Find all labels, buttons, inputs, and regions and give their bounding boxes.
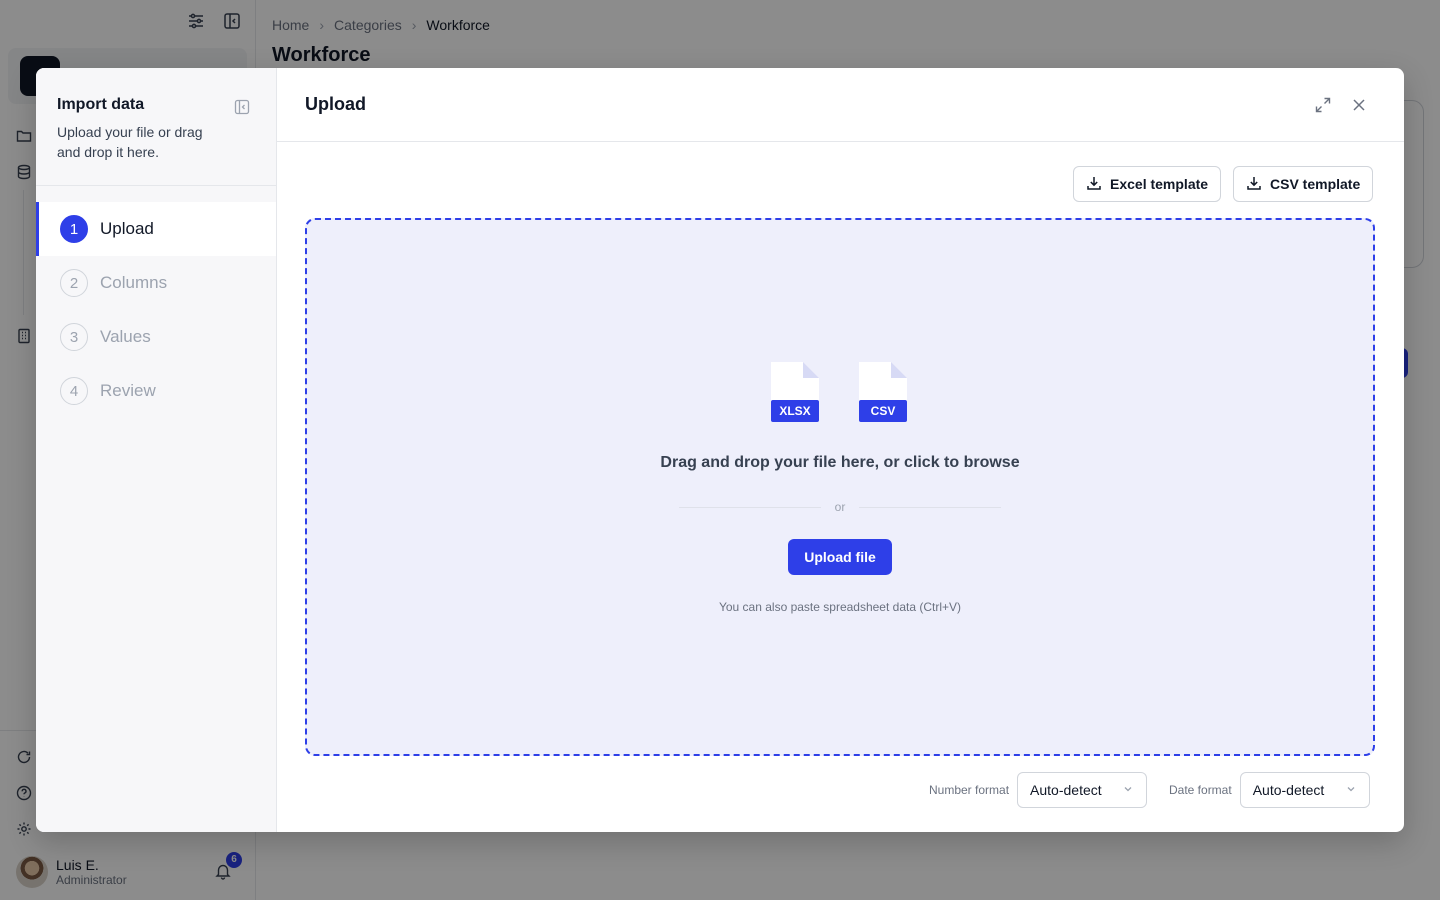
date-format-value: Auto-detect — [1252, 782, 1325, 798]
step-columns[interactable]: 2 Columns — [36, 256, 276, 310]
step-values[interactable]: 3 Values — [36, 310, 276, 364]
or-divider: or — [679, 500, 1002, 514]
step-upload[interactable]: 1 Upload — [36, 202, 276, 256]
download-icon — [1246, 175, 1262, 194]
step-number: 1 — [60, 215, 88, 243]
step-review[interactable]: 4 Review — [36, 364, 276, 418]
paste-hint: You can also paste spreadsheet data (Ctr… — [718, 600, 962, 614]
expand-icon[interactable] — [1314, 96, 1332, 114]
divider-line — [679, 506, 821, 508]
or-text: or — [834, 500, 846, 514]
import-subtitle: Upload your file or drag and drop it her… — [57, 124, 203, 160]
step-list: 1 Upload 2 Columns 3 Values 4 Review — [36, 202, 276, 418]
import-steps-header: Import data Upload your file or drag and… — [36, 68, 276, 186]
chevron-down-icon — [1122, 782, 1134, 798]
date-format-control: Date format Auto-detect — [1169, 772, 1370, 808]
number-format-control: Number format Auto-detect — [929, 772, 1148, 808]
csv-badge: CSV — [859, 400, 907, 422]
upload-file-button[interactable]: Upload file — [788, 539, 892, 575]
number-format-label: Number format — [929, 783, 1010, 797]
number-format-value: Auto-detect — [1030, 782, 1102, 798]
import-steps-panel: Import data Upload your file or drag and… — [36, 68, 277, 832]
csv-template-label: CSV template — [1270, 176, 1361, 192]
step-number: 3 — [60, 323, 88, 351]
chevron-down-icon — [1345, 782, 1357, 798]
file-dropzone[interactable]: XLSX CSV Drag and drop your file here, o… — [305, 218, 1375, 756]
xlsx-badge: XLSX — [771, 400, 819, 422]
step-number: 4 — [60, 377, 88, 405]
step-label: Review — [100, 381, 156, 400]
upload-header: Upload — [277, 68, 1404, 142]
import-title: Import data — [57, 96, 145, 113]
step-label: Upload — [100, 219, 154, 238]
close-icon[interactable] — [1350, 96, 1368, 114]
upload-content: Upload Excel template CSV template XLSX — [277, 68, 1404, 832]
csv-template-button[interactable]: CSV template — [1233, 166, 1374, 202]
import-dialog: Import data Upload your file or drag and… — [36, 68, 1404, 832]
xlsx-file-icon: XLSX — [771, 362, 819, 422]
date-format-select[interactable]: Auto-detect — [1239, 772, 1370, 808]
dropzone-instructions: Drag and drop your file here, or click t… — [660, 454, 1020, 471]
step-label: Columns — [100, 273, 168, 292]
excel-template-label: Excel template — [1110, 176, 1209, 192]
upload-title: Upload — [305, 94, 366, 114]
download-icon — [1086, 175, 1102, 194]
csv-file-icon: CSV — [859, 362, 907, 422]
step-label: Values — [100, 327, 151, 346]
number-format-select[interactable]: Auto-detect — [1017, 772, 1148, 808]
date-format-label: Date format — [1169, 783, 1232, 797]
step-number: 2 — [60, 269, 88, 297]
panel-collapse-icon[interactable] — [234, 99, 250, 115]
excel-template-button[interactable]: Excel template — [1073, 166, 1222, 202]
divider-line — [859, 506, 1002, 508]
